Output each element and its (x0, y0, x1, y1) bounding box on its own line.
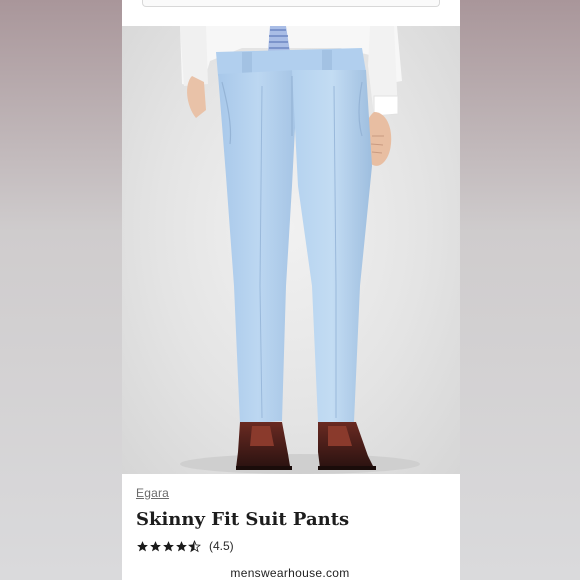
star-half-icon (188, 539, 201, 552)
product-card: Egara Skinny Fit Suit Pants (4.5) (122, 0, 460, 580)
star-full-icon (150, 540, 161, 551)
top-bar (122, 0, 460, 26)
search-input[interactable] (142, 0, 440, 7)
pants-illustration (180, 26, 420, 474)
star-full-icon (163, 540, 174, 551)
site-watermark: menswearhouse.com (230, 566, 350, 580)
product-title: Skinny Fit Suit Pants (136, 509, 350, 530)
background-left (0, 0, 122, 580)
rating[interactable]: (4.5) (136, 539, 234, 553)
background-right (460, 0, 580, 580)
star-full-icon (137, 540, 148, 551)
star-rating (136, 539, 201, 553)
product-image[interactable] (122, 26, 460, 474)
rating-value: (4.5) (209, 539, 234, 553)
brand-link[interactable]: Egara (136, 486, 169, 500)
star-full-icon (176, 540, 187, 551)
